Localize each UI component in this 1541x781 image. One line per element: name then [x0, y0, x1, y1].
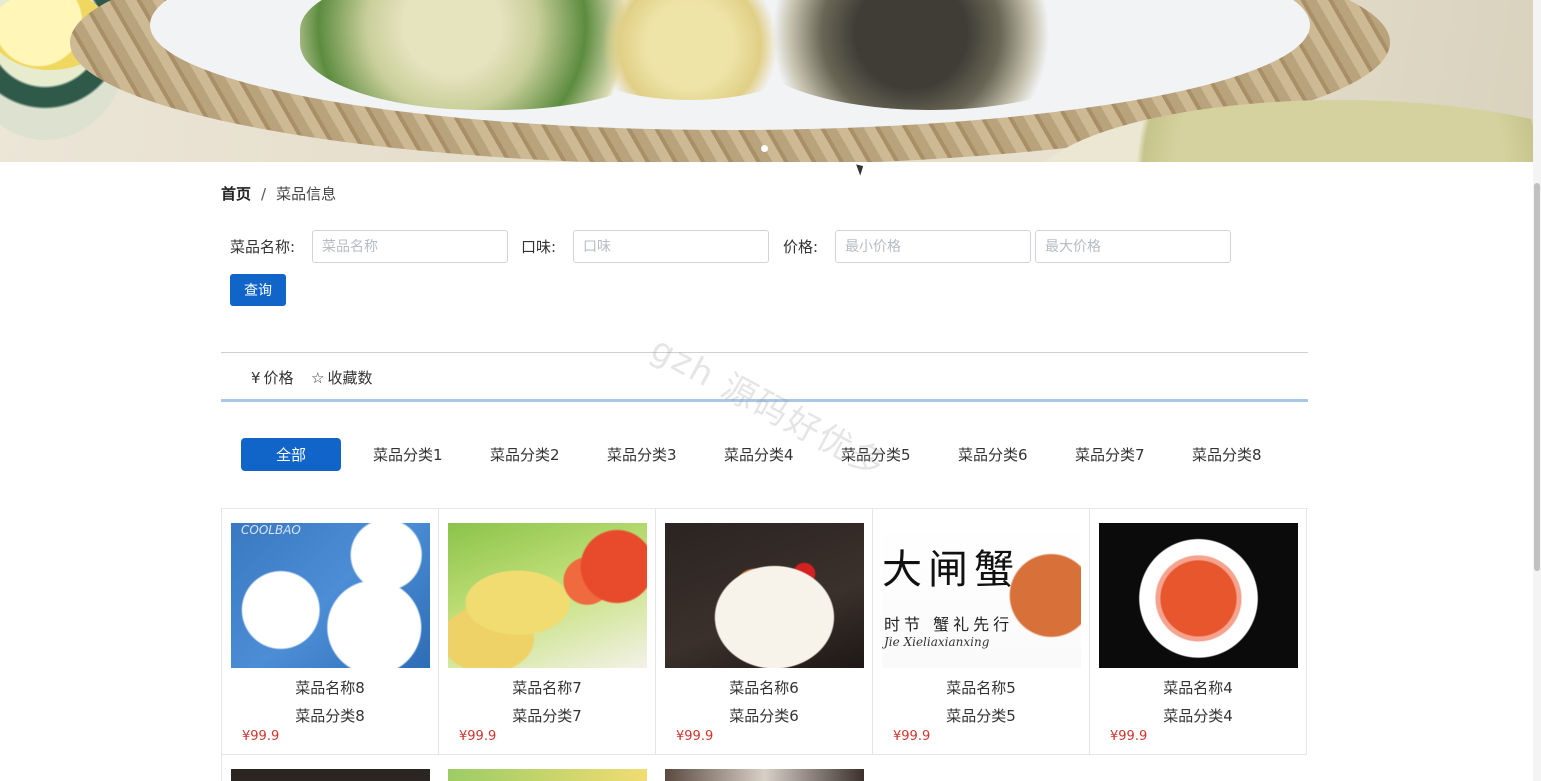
dish-price: ¥99.9 [1110, 729, 1148, 744]
breadcrumb-home[interactable]: 首页 [221, 183, 251, 204]
dish-card[interactable]: 菜品名称4 菜品分类4 ¥99.9 [1090, 509, 1307, 755]
category-tab-7[interactable]: 菜品分类7 [1075, 438, 1145, 471]
dish-category: 菜品分类4 [1163, 707, 1233, 725]
dish-price: ¥99.9 [459, 729, 497, 744]
dish-card[interactable]: 大闸蟹 时节 蟹礼先行 Jie Xieliaxianxing 菜品名称5 菜品分… [873, 509, 1090, 755]
image-text: 大闸蟹 [882, 547, 1020, 593]
dish-name[interactable]: 菜品名称4 [1090, 677, 1306, 698]
yen-icon: ¥ [251, 368, 261, 387]
image-text: 时节 蟹礼先行 [884, 615, 1014, 634]
price-label: 价格: [783, 238, 819, 256]
category-tab-6[interactable]: 菜品分类6 [958, 438, 1028, 471]
scrollbar-thumb[interactable] [1534, 183, 1540, 571]
breadcrumb-current: 菜品信息 [276, 185, 337, 203]
breadcrumb-separator: / [261, 184, 267, 203]
sort-label: 价格 [263, 369, 294, 387]
banner-carousel[interactable] [0, 0, 1533, 162]
dish-name[interactable]: 菜品名称5 [873, 677, 1089, 698]
dish-name[interactable]: 菜品名称7 [439, 677, 655, 698]
sort-bar: ¥ 价格 ☆ 收藏数 [221, 352, 1308, 402]
min-price-input[interactable] [835, 230, 1031, 263]
dish-grid: COOLBAO 菜品名称8 菜品分类8 ¥99.9 菜品名称7 菜品分类7 ¥9… [221, 508, 1308, 781]
mouse-cursor-icon [856, 162, 866, 176]
dish-image[interactable] [1099, 523, 1298, 668]
dish-category: 菜品分类6 [729, 707, 799, 725]
dish-name-input[interactable] [312, 230, 508, 263]
query-button[interactable]: 查询 [230, 274, 286, 306]
category-tab-3[interactable]: 菜品分类3 [607, 438, 677, 471]
dish-image-partial[interactable] [665, 769, 864, 781]
max-price-input[interactable] [1035, 230, 1231, 263]
dish-price: ¥99.9 [242, 729, 280, 744]
dish-image-partial[interactable] [448, 769, 647, 781]
category-tab-all[interactable]: 全部 [241, 438, 341, 471]
dish-price: ¥99.9 [893, 729, 931, 744]
taste-label: 口味: [521, 238, 557, 256]
taste-input[interactable] [573, 230, 769, 263]
image-text: Jie Xieliaxianxing [884, 635, 990, 649]
category-tab-1[interactable]: 菜品分类1 [373, 438, 443, 471]
star-outline-icon: ☆ [311, 368, 325, 387]
dish-category: 菜品分类8 [295, 707, 365, 725]
dish-price: ¥99.9 [676, 729, 714, 744]
dish-image-partial[interactable] [231, 769, 430, 781]
dish-card[interactable]: 菜品名称6 菜品分类6 ¥99.9 [656, 509, 873, 755]
category-tab-2[interactable]: 菜品分类2 [490, 438, 560, 471]
dish-image[interactable] [448, 523, 647, 668]
scrollbar[interactable] [1533, 0, 1541, 781]
carousel-indicator-dot[interactable] [761, 145, 768, 152]
dish-name-label: 菜品名称: [230, 238, 296, 256]
category-tab-5[interactable]: 菜品分类5 [841, 438, 911, 471]
sort-by-price[interactable]: ¥ 价格 [251, 367, 294, 388]
dish-image[interactable] [665, 523, 864, 668]
page: 首页 / 菜品信息 菜品名称: 口味: 价格: 查询 ¥ 价格 ☆ 收藏数 全部… [0, 0, 1541, 781]
dish-name[interactable]: 菜品名称8 [222, 677, 438, 698]
category-tab-8[interactable]: 菜品分类8 [1192, 438, 1262, 471]
breadcrumb: 首页 / 菜品信息 [221, 183, 336, 204]
dish-card[interactable]: COOLBAO 菜品名称8 菜品分类8 ¥99.9 [222, 509, 439, 755]
dish-image[interactable]: 大闸蟹 时节 蟹礼先行 Jie Xieliaxianxing [882, 523, 1081, 668]
dish-name[interactable]: 菜品名称6 [656, 677, 872, 698]
image-watermark-text: COOLBAO [241, 523, 301, 537]
dish-category: 菜品分类5 [946, 707, 1016, 725]
sort-by-favorites[interactable]: ☆ 收藏数 [311, 367, 372, 388]
dish-card[interactable]: 菜品名称7 菜品分类7 ¥99.9 [439, 509, 656, 755]
category-tab-4[interactable]: 菜品分类4 [724, 438, 794, 471]
dish-image[interactable]: COOLBAO [231, 523, 430, 668]
sort-label: 收藏数 [327, 369, 373, 387]
dish-category: 菜品分类7 [512, 707, 582, 725]
